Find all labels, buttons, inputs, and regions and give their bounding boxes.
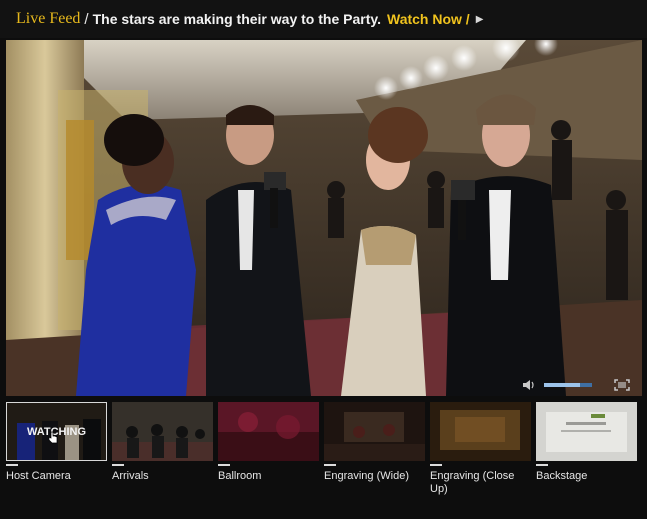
watch-now-link[interactable]: Watch Now /: [387, 11, 470, 27]
volume-slider[interactable]: [544, 383, 592, 387]
feed-headline: The stars are making their way to the Pa…: [92, 11, 381, 27]
camera-indicator: [324, 464, 336, 466]
player-controls: [6, 374, 642, 396]
camera-label: Engraving (Close Up): [430, 470, 515, 495]
camera-label: Ballroom: [218, 470, 262, 482]
camera-backstage[interactable]: Backstage: [536, 402, 641, 512]
camera-thumbnail[interactable]: [218, 402, 319, 461]
video-frame: [6, 40, 642, 396]
camera-thumbnail[interactable]: [536, 402, 637, 461]
ballroom-preview: [218, 402, 319, 461]
camera-thumbnail[interactable]: [112, 402, 213, 461]
speaker-icon[interactable]: [522, 378, 536, 392]
camera-label: Backstage: [536, 470, 588, 482]
camera-label: Arrivals: [112, 470, 149, 482]
camera-engraving-close-up[interactable]: Engraving (Close Up): [430, 402, 535, 512]
live-feed-label: Live Feed: [16, 10, 81, 27]
live-feed-header: Live Feed / The stars are making their w…: [0, 0, 647, 38]
engraving-close-up-preview: [430, 402, 531, 461]
camera-indicator: [430, 464, 442, 466]
volume-level-fill: [544, 383, 580, 387]
camera-indicator: [536, 464, 548, 466]
camera-engraving-wide[interactable]: Engraving (Wide): [324, 402, 429, 512]
camera-label: Host Camera: [6, 470, 71, 482]
hand-cursor-icon: [48, 431, 58, 444]
header-separator: /: [84, 10, 89, 28]
camera-selector: WATCHING Host Camera Arrivals Ballroom E…: [6, 402, 642, 512]
arrivals-preview: [112, 402, 213, 461]
camera-indicator: [112, 464, 124, 466]
camera-arrivals[interactable]: Arrivals: [112, 402, 217, 512]
camera-ballroom[interactable]: Ballroom: [218, 402, 323, 512]
camera-indicator: [218, 464, 230, 466]
play-arrow-icon[interactable]: ▶: [476, 14, 484, 25]
camera-thumbnail[interactable]: [324, 402, 425, 461]
backstage-preview: [536, 402, 637, 461]
video-player[interactable]: [6, 40, 642, 396]
camera-indicator: [6, 464, 18, 466]
engraving-wide-preview: [324, 402, 425, 461]
fullscreen-icon[interactable]: [614, 379, 630, 391]
camera-thumbnail[interactable]: [430, 402, 531, 461]
camera-host-camera[interactable]: WATCHING Host Camera: [6, 402, 111, 512]
camera-thumbnail[interactable]: WATCHING: [6, 402, 107, 461]
camera-label: Engraving (Wide): [324, 470, 409, 482]
